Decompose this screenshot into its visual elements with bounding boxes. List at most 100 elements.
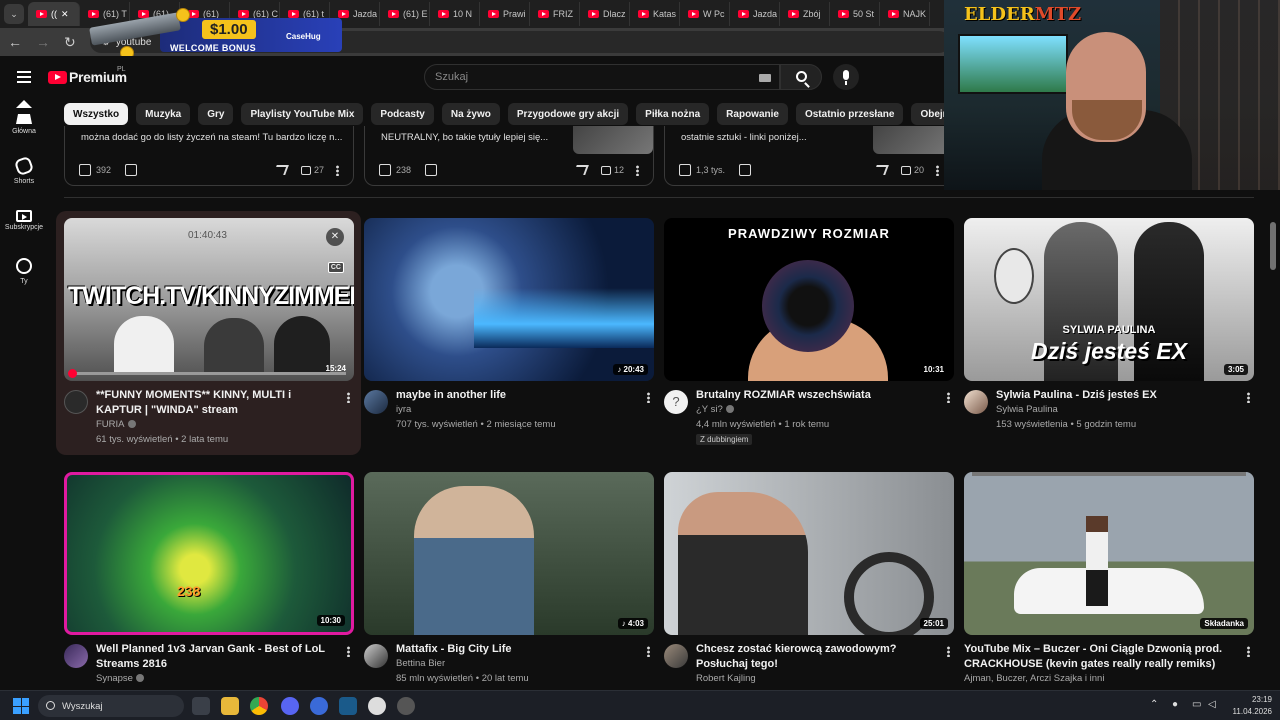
network-icon[interactable]: ▭	[1192, 699, 1201, 710]
microphone-tray-icon[interactable]: ●	[1172, 699, 1178, 710]
playback-progress-bar[interactable]	[72, 372, 346, 375]
obs-icon[interactable]	[368, 697, 386, 715]
app-icon[interactable]	[310, 697, 328, 715]
video-menu-icon[interactable]	[947, 646, 950, 657]
video-menu-icon[interactable]	[947, 392, 950, 403]
channel-avatar[interactable]	[664, 644, 688, 668]
app-icon[interactable]	[397, 697, 415, 715]
channel-avatar[interactable]	[64, 644, 88, 668]
browser-tab[interactable]: (61) E	[380, 2, 430, 26]
video-card[interactable]: Składanka YouTube Mix – Buczer - Oni Cią…	[964, 472, 1254, 684]
community-post[interactable]: można dodać go do listy życzeń na steam!…	[64, 126, 354, 186]
channel-avatar[interactable]	[364, 644, 388, 668]
community-post[interactable]: ostatnie sztuki - linki poniżej... 1,3 t…	[664, 126, 954, 186]
video-title[interactable]: maybe in another life	[396, 388, 632, 403]
file-explorer-icon[interactable]	[221, 697, 239, 715]
channel-name[interactable]: Ajman, Buczer, Arczi Szajka i inni	[964, 672, 1104, 686]
keyboard-icon[interactable]	[759, 74, 771, 82]
like-icon[interactable]	[79, 164, 91, 176]
tray-overflow-icon[interactable]: ⌃	[1150, 699, 1158, 710]
hamburger-menu-icon[interactable]	[17, 71, 31, 83]
dislike-icon[interactable]	[125, 164, 138, 176]
comment-icon[interactable]	[600, 165, 611, 175]
video-title[interactable]: Chcesz zostać kierowcą zawodowym? Posłuc…	[696, 642, 932, 672]
share-icon[interactable]	[573, 165, 589, 175]
video-thumbnail[interactable]: Składanka	[964, 472, 1254, 635]
more-actions-icon[interactable]	[336, 164, 339, 176]
channel-avatar[interactable]: ?	[664, 390, 688, 414]
filter-chip[interactable]: Wszystko	[64, 103, 129, 125]
video-title[interactable]: Well Planned 1v3 Jarvan Gank - Best of L…	[96, 642, 332, 672]
share-icon[interactable]	[873, 165, 889, 175]
filter-chip[interactable]: Na żywo	[441, 103, 500, 125]
video-title[interactable]: Brutalny ROZMIAR wszechświata	[696, 388, 932, 403]
video-card[interactable]: PRAWDZIWY ROZMIAR 10:31 ? Brutalny ROZMI…	[664, 218, 954, 445]
browser-tab[interactable]: Zbój	[780, 2, 830, 26]
discord-icon[interactable]	[281, 697, 299, 715]
sidebar-item-home[interactable]: Główna	[0, 100, 48, 135]
more-actions-icon[interactable]	[936, 164, 939, 176]
video-thumbnail[interactable]: ♪ 4:03	[364, 472, 654, 635]
filter-chip[interactable]: Podcasty	[371, 103, 434, 125]
sidebar-item-shorts[interactable]: Shorts	[0, 155, 48, 185]
channel-name[interactable]: Bettina Bier	[396, 657, 445, 671]
reload-icon[interactable]: ↻	[64, 34, 76, 51]
browser-tab[interactable]: Prawi	[480, 2, 530, 26]
search-button[interactable]	[780, 64, 822, 90]
app-icon[interactable]	[339, 697, 357, 715]
video-title[interactable]: YouTube Mix – Buczer - Oni Ciągle Dzwoni…	[964, 642, 1234, 672]
filter-chip[interactable]: Piłka nożna	[636, 103, 710, 125]
video-thumbnail[interactable]: PRAWDZIWY ROZMIAR 10:31	[664, 218, 954, 381]
video-menu-icon[interactable]	[647, 392, 650, 403]
video-menu-icon[interactable]	[1247, 646, 1250, 657]
sidebar-item-subscriptions[interactable]: Subskrypcje	[0, 208, 48, 231]
forward-icon[interactable]: →	[36, 34, 50, 50]
page-scrollbar-thumb[interactable]	[1270, 222, 1276, 270]
like-icon[interactable]	[679, 164, 691, 176]
video-title[interactable]: Mattafix - Big City Life	[396, 642, 632, 657]
dislike-icon[interactable]	[739, 164, 752, 176]
video-card[interactable]: ♪ 20:43 maybe in another life iyra 707 t…	[364, 218, 654, 430]
filter-chip[interactable]: Muzyka	[136, 103, 191, 125]
filter-chip[interactable]: Ostatnio przesłane	[795, 103, 904, 125]
filter-chip[interactable]: Playlisty YouTube Mix	[241, 103, 364, 125]
sidebar-item-you[interactable]: Ty	[0, 258, 48, 285]
channel-avatar[interactable]	[964, 390, 988, 414]
filter-chip[interactable]: Rapowanie	[717, 103, 788, 125]
video-thumbnail[interactable]: 01:40:43 ✕ CC TWITCH.TV/KINNYZIMMER 15:2…	[64, 218, 354, 381]
mute-icon[interactable]: ✕	[326, 228, 344, 246]
channel-avatar[interactable]	[364, 390, 388, 414]
video-title[interactable]: **FUNNY MOMENTS** KINNY, MULTI i KAPTUR …	[96, 388, 332, 418]
tab-list-dropdown-icon[interactable]: ⌄	[4, 4, 24, 24]
task-view-icon[interactable]	[192, 697, 210, 715]
like-icon[interactable]	[379, 164, 391, 176]
search-input[interactable]: Szukaj	[424, 64, 780, 90]
more-actions-icon[interactable]	[636, 164, 639, 176]
video-thumbnail[interactable]: 25:01	[664, 472, 954, 635]
video-card[interactable]: ♪ 4:03 Mattafix - Big City Life Bettina …	[364, 472, 654, 684]
windows-start-icon[interactable]	[13, 698, 29, 714]
filter-chip[interactable]: Obejrzane	[911, 103, 944, 125]
voice-search-button[interactable]	[833, 64, 859, 90]
video-card[interactable]: 238 10:30 Well Planned 1v3 Jarvan Gank -…	[64, 472, 354, 684]
comment-icon[interactable]	[300, 165, 311, 175]
browser-tab[interactable]: FRIZ	[530, 2, 580, 26]
chrome-icon[interactable]	[250, 697, 268, 715]
community-post[interactable]: NEUTRALNY, bo takie tytuły lepiej się...…	[364, 126, 654, 186]
volume-icon[interactable]: ◁	[1208, 699, 1216, 710]
channel-name[interactable]: Synapse	[96, 672, 144, 686]
filter-chip[interactable]: Przygodowe gry akcji	[507, 103, 629, 125]
browser-tab[interactable]: NAJK	[880, 2, 930, 26]
video-thumbnail[interactable]: 238 10:30	[64, 472, 354, 635]
video-card[interactable]: 25:01 Chcesz zostać kierowcą zawodowym? …	[664, 472, 954, 684]
close-tab-icon[interactable]: ✕	[61, 9, 69, 20]
channel-name[interactable]: Sylwia Paulina	[996, 403, 1058, 417]
channel-name[interactable]: iyra	[396, 403, 411, 417]
filter-chip[interactable]: Gry	[198, 103, 234, 125]
video-thumbnail[interactable]: SYLWIA PAULINA Dziś jesteś EX 3:05	[964, 218, 1254, 381]
video-thumbnail[interactable]: ♪ 20:43	[364, 218, 654, 381]
video-card[interactable]: SYLWIA PAULINA Dziś jesteś EX 3:05 Sylwi…	[964, 218, 1254, 430]
back-icon[interactable]: ←	[8, 34, 22, 50]
channel-avatar[interactable]	[64, 390, 88, 414]
browser-tab[interactable]: ((✕	[28, 2, 80, 26]
